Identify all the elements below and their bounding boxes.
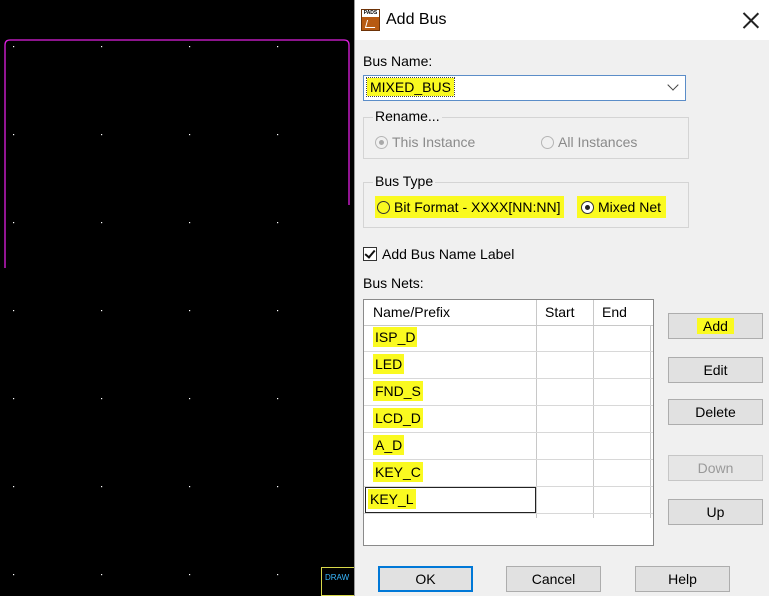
dialog-title: Add Bus [386, 11, 447, 28]
ok-button[interactable]: OK [378, 566, 473, 592]
radio-bit-format[interactable]: Bit Format - XXXX[NN:NN] [375, 196, 565, 218]
drawing-tag: DRAW [321, 567, 354, 596]
bus-name-label: Bus Name: [363, 53, 433, 69]
rename-legend: Rename... [373, 108, 442, 124]
edit-button[interactable]: Edit [668, 357, 763, 383]
table-row[interactable]: LED [364, 352, 653, 379]
table-row[interactable]: KEY_C [364, 460, 653, 487]
add-bus-dialog: PADS Add Bus Bus Name: MIXED_BUS Rename.… [354, 0, 769, 596]
chevron-down-icon[interactable] [667, 79, 679, 91]
help-button[interactable]: Help [635, 566, 730, 592]
add-bus-name-label-checkbox[interactable]: Add Bus Name Label [363, 246, 514, 262]
bus-nets-table[interactable]: Name/Prefix Start End ISP_D LED FND_S LC… [363, 299, 654, 546]
cancel-button[interactable]: Cancel [506, 566, 601, 592]
radio-dot-icon [375, 135, 388, 149]
column-header-name[interactable]: Name/Prefix [373, 300, 450, 325]
radio-mixed-net[interactable]: Mixed Net [577, 196, 667, 218]
design-grid [4, 39, 350, 576]
table-row[interactable]: A_D [364, 433, 653, 460]
pads-logic-icon: PADS [361, 9, 380, 31]
add-button[interactable]: Add [668, 313, 763, 339]
table-row[interactable]: FND_S [364, 379, 653, 406]
down-button[interactable]: Down [668, 455, 763, 481]
board-outline [4, 39, 350, 268]
delete-button[interactable]: Delete [668, 399, 763, 425]
bus-type-legend: Bus Type [373, 173, 436, 189]
title-bar: PADS Add Bus [355, 0, 769, 40]
bus-nets-label: Bus Nets: [363, 275, 424, 291]
radio-all-instances[interactable]: All Instances [541, 134, 637, 150]
radio-dot-icon [377, 200, 390, 214]
table-row[interactable]: LCD_D [364, 406, 653, 433]
table-header: Name/Prefix Start End [364, 300, 653, 326]
radio-dot-icon [541, 135, 554, 149]
checkmark-icon [363, 247, 377, 261]
column-header-end[interactable]: End [602, 300, 627, 325]
table-row[interactable]: ISP_D [364, 325, 653, 352]
radio-dot-icon [581, 200, 594, 214]
close-icon[interactable] [740, 10, 762, 32]
up-button[interactable]: Up [668, 499, 763, 525]
bus-name-combobox[interactable]: MIXED_BUS [363, 75, 686, 101]
pcb-canvas[interactable]: DRAW [0, 0, 354, 596]
table-row-editing[interactable]: KEY_L [364, 487, 653, 514]
radio-this-instance[interactable]: This Instance [375, 134, 475, 150]
bus-name-value: MIXED_BUS [366, 77, 455, 97]
column-header-start[interactable]: Start [545, 300, 575, 325]
